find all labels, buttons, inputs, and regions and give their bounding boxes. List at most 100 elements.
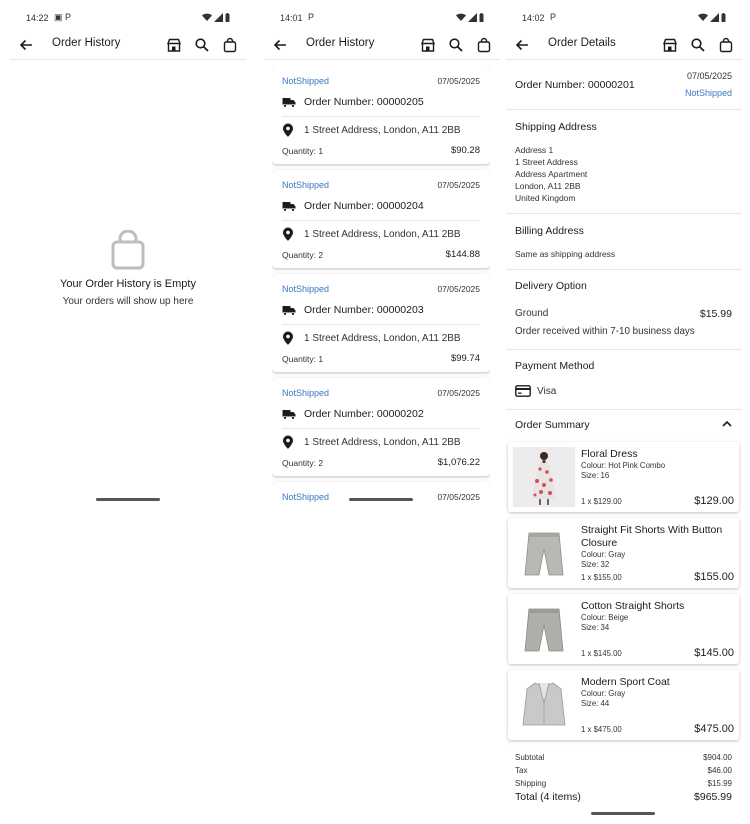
product-name: Cotton Straight Shorts [581,600,685,612]
search-icon[interactable] [690,37,706,53]
shipping-heading: Shipping Address [515,121,597,133]
system-icons [698,13,726,22]
back-arrow-icon[interactable] [272,37,288,53]
product-card[interactable]: Floral Dress Colour: Hot Pink Combo Size… [508,442,739,512]
product-size: Size: 34 [581,623,610,632]
signal-icon [468,13,477,22]
product-name: Floral Dress [581,448,638,460]
order-address-row: 1 Street Address, London, A11 2BB [282,435,461,449]
order-status: NotShipped [684,88,732,98]
order-address: 1 Street Address, London, A11 2BB [304,332,461,344]
order-summary-toggle[interactable]: Order Summary [506,410,742,440]
wifi-icon [202,13,212,21]
product-price: $129.00 [694,495,734,507]
order-quantity: Quantity: 2 [282,458,324,468]
chevron-up-icon[interactable] [722,420,732,428]
order-card[interactable]: NotShipped 07/05/2025 Order Number: 0000… [272,66,490,164]
order-total: $90.28 [450,145,480,156]
product-price: $475.00 [694,723,734,735]
billing-heading: Billing Address [515,225,584,237]
order-header-section: Order Number: 00000201 07/05/2025 NotShi… [506,61,742,110]
order-quantity: Quantity: 1 [282,354,324,364]
status-notifications: P [550,12,557,22]
order-date: 07/05/2025 [437,388,480,398]
order-status: NotShipped [282,180,330,190]
order-quantity: Quantity: 2 [282,250,324,260]
order-total: $99.74 [450,353,480,364]
store-icon[interactable] [166,37,182,53]
order-status: NotShipped [282,76,330,86]
app-bar-actions [420,37,492,53]
product-info: Cotton Straight Shorts Colour: Beige Siz… [581,600,731,633]
delivery-note: Order received within 7-10 business days [515,326,695,337]
order-date: 07/05/2025 [437,180,480,190]
total-row: Total (4 items) $965.99 [515,791,732,803]
store-icon[interactable] [420,37,436,53]
order-number: Order Number: 00000201 [515,79,635,91]
screen-order-history-empty: 14:22 ▣ P Order History Your Order Histo… [10,0,246,512]
home-indicator[interactable] [96,498,160,501]
search-icon[interactable] [194,37,210,53]
address-line: Address 1 [515,145,554,155]
status-bar: 14:01 P [264,12,500,26]
payment-method-section: Payment Method Visa [506,350,742,410]
product-unit-price: 1 x $129.00 [581,497,622,506]
product-colour: Colour: Beige [581,613,629,622]
screen-order-details: 14:02 P Order Details Order Number: 0000… [506,0,742,824]
status-bar: 14:22 ▣ P [10,12,246,26]
order-total: $1,076.22 [437,457,480,468]
product-size: Size: 16 [581,471,610,480]
status-notifications: P [308,12,315,22]
battery-icon [225,13,230,22]
search-icon[interactable] [448,37,464,53]
order-date: 07/05/2025 [686,71,732,81]
order-address: 1 Street Address, London, A11 2BB [304,436,461,448]
divider [282,220,480,221]
delivery-name: Ground [515,308,549,319]
product-name: Modern Sport Coat [581,676,670,688]
order-status: NotShipped [282,492,330,502]
address-line: United Kingdom [515,193,576,203]
shopping-bag-icon[interactable] [222,37,238,53]
back-arrow-icon[interactable] [514,37,530,53]
tax-value: $46.00 [707,766,732,775]
product-info: Modern Sport Coat Colour: Gray Size: 44 [581,676,731,709]
product-unit-price: 1 x $155.00 [581,573,622,582]
address-line: London, A11 2BB [515,181,581,191]
product-info: Straight Fit Shorts With Button Closure … [581,524,731,570]
shopping-bag-icon[interactable] [476,37,492,53]
total-label: Total (4 items) [515,791,581,803]
shipping-address: Address 1 1 Street Address Address Apart… [515,144,587,204]
battery-icon [721,13,726,22]
shopping-bag-icon[interactable] [718,37,734,53]
status-time: 14:02 [522,13,545,23]
app-bar-actions [662,37,734,53]
product-size: Size: 44 [581,699,610,708]
order-number: Order Number: 00000204 [304,200,424,212]
product-card[interactable]: Cotton Straight Shorts Colour: Beige Siz… [508,594,739,664]
product-card[interactable]: Modern Sport Coat Colour: Gray Size: 44 … [508,670,739,740]
order-summary-heading: Order Summary [515,419,590,431]
truck-icon [282,408,296,420]
divider [282,324,480,325]
order-total: $144.88 [445,249,480,260]
order-card[interactable]: NotShipped 07/05/2025 Order Number: 0000… [272,170,490,268]
order-card[interactable]: NotShipped 07/05/2025 Order Number: 0000… [272,274,490,372]
order-number: Order Number: 00000203 [304,304,424,316]
order-card[interactable]: NotShipped 07/05/2025 Order Number: 0000… [272,378,490,476]
address-line: 1 Street Address [515,157,578,167]
tax-label: Tax [515,766,528,775]
back-arrow-icon[interactable] [18,37,34,53]
home-indicator[interactable] [591,812,655,815]
product-image-dress [513,447,575,507]
order-card[interactable]: NotShipped 07/05/2025 [272,482,490,510]
order-address-row: 1 Street Address, London, A11 2BB [282,331,461,345]
signal-icon [214,13,223,22]
order-quantity: Quantity: 1 [282,146,324,156]
home-indicator[interactable] [349,498,413,501]
order-address: 1 Street Address, London, A11 2BB [304,124,461,136]
truck-icon [282,200,296,212]
product-card[interactable]: Straight Fit Shorts With Button Closure … [508,518,739,588]
product-image-shorts [513,523,575,583]
store-icon[interactable] [662,37,678,53]
